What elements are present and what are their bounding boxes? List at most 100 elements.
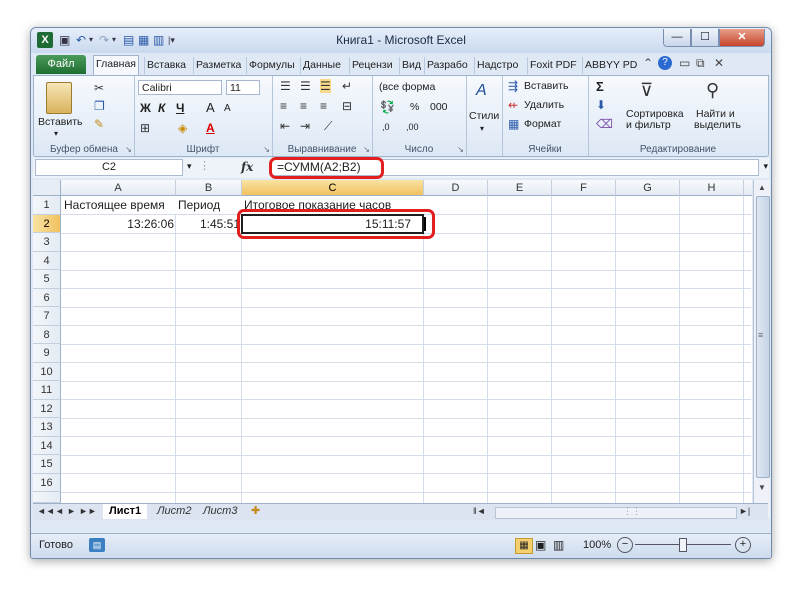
group-styles[interactable]: A Стили ▾ (466, 76, 503, 156)
zoom-in-button[interactable]: + (735, 537, 751, 553)
align-right-icon[interactable]: ≡ (320, 99, 327, 113)
align-left-icon[interactable]: ≡ (280, 99, 287, 113)
clear-icon[interactable]: ⌫ (596, 117, 613, 131)
percent-button[interactable]: % (410, 101, 419, 113)
zoom-out-button[interactable]: − (617, 537, 633, 553)
find-select-icon[interactable]: ⚲ (706, 80, 719, 101)
shrink-font-button[interactable]: A (224, 103, 231, 114)
row-header-6[interactable]: 6 (33, 288, 61, 307)
number-launcher-icon[interactable]: ↘ (457, 145, 464, 154)
paste-dropdown-icon[interactable]: ▾ (54, 129, 58, 138)
thousands-button[interactable]: 000 (430, 101, 448, 113)
tab-addins[interactable]: Надстро (474, 57, 520, 74)
next-sheet-icon[interactable]: ► (67, 504, 76, 519)
paste-button[interactable]: Вставить (38, 116, 83, 128)
column-header-h[interactable]: H (680, 180, 744, 196)
delete-cells-icon[interactable]: ⇷ (508, 98, 518, 112)
minimize-button[interactable]: — (663, 29, 691, 47)
row-header-12[interactable]: 12 (33, 399, 61, 418)
format-painter-icon[interactable]: ✎ (94, 117, 104, 131)
decrease-indent-icon[interactable]: ⇤ (280, 119, 290, 133)
wrap-text-icon[interactable]: ↵ (342, 79, 352, 93)
font-name-box[interactable]: Calibri (138, 80, 222, 95)
format-cells-button[interactable]: Формат (524, 118, 561, 130)
autosum-button[interactable]: Σ (596, 79, 604, 94)
column-header-f[interactable]: F (552, 180, 616, 196)
prev-sheet-icon[interactable]: ◄ (55, 504, 64, 519)
styles-icon[interactable]: A (476, 82, 487, 100)
row-header-8[interactable]: 8 (33, 325, 61, 344)
currency-icon[interactable]: 💱 (380, 100, 395, 114)
copy-icon[interactable]: ❐ (94, 99, 105, 113)
row-header-1[interactable]: 1 (33, 196, 61, 215)
zoom-level[interactable]: 100% (583, 539, 611, 551)
delete-cells-button[interactable]: Удалить (524, 99, 564, 111)
workbook-close-icon[interactable]: ✕ (714, 56, 724, 70)
clipboard-launcher-icon[interactable]: ↘ (125, 145, 132, 154)
row-header-7[interactable]: 7 (33, 307, 61, 326)
sort-filter-button-line2[interactable]: и фильтр (626, 119, 671, 131)
horizontal-scrollbar[interactable] (495, 507, 737, 519)
styles-button[interactable]: Стили (469, 110, 499, 122)
tab-formulas[interactable]: Формулы (246, 57, 297, 74)
font-launcher-icon[interactable]: ↘ (263, 145, 270, 154)
increase-indent-icon[interactable]: ⇥ (300, 119, 310, 133)
tab-view[interactable]: Вид (399, 57, 423, 74)
fill-color-icon[interactable]: ◈ (178, 121, 187, 135)
borders-icon[interactable]: ⊞ (140, 121, 150, 135)
row-header-2[interactable]: 2 (33, 214, 61, 233)
cell-b2[interactable]: 1:45:51 (176, 215, 242, 233)
tab-home[interactable]: Главная (93, 55, 139, 76)
decrease-decimal-button[interactable]: ,00 (406, 122, 419, 132)
row-header-9[interactable]: 9 (33, 344, 61, 363)
cell-b1[interactable]: Период (176, 196, 242, 214)
select-all-corner[interactable] (33, 180, 61, 196)
row-header-11[interactable]: 11 (33, 381, 61, 400)
scroll-down-icon[interactable]: ▼ (756, 482, 768, 494)
name-box[interactable]: C2 (35, 159, 183, 176)
row-header-14[interactable]: 14 (33, 436, 61, 455)
cell-a2[interactable]: 13:26:06 (62, 215, 176, 233)
font-size-box[interactable]: 11 (226, 80, 260, 95)
find-select-button-line2[interactable]: выделить (694, 119, 741, 131)
row-header-5[interactable]: 5 (33, 270, 61, 289)
name-box-dropdown-icon[interactable]: ▾ (187, 161, 192, 172)
tab-abbyy-pdf[interactable]: ABBYY PD (582, 57, 639, 74)
column-header-e[interactable]: E (488, 180, 552, 196)
paste-icon[interactable] (46, 82, 72, 114)
bold-button[interactable]: Ж (140, 101, 151, 115)
workbook-minimize-icon[interactable]: ▭ (679, 56, 690, 70)
ribbon-collapse-icon[interactable]: ⌃ (643, 56, 653, 70)
tab-developer[interactable]: Разрабо (424, 57, 470, 74)
fill-icon[interactable]: ⬇ (596, 98, 606, 112)
scroll-right-icon[interactable]: ►| (739, 504, 750, 519)
tab-data[interactable]: Данные (300, 57, 343, 74)
format-cells-icon[interactable]: ▦ (508, 117, 519, 131)
close-button[interactable]: ✕ (719, 29, 765, 47)
workbook-restore-icon[interactable]: ⧉ (696, 56, 705, 71)
page-break-view-icon[interactable]: ▥ (553, 538, 564, 552)
column-header-d[interactable]: D (424, 180, 488, 196)
grow-font-button[interactable]: A (206, 100, 215, 115)
insert-cells-button[interactable]: Вставить (524, 80, 569, 92)
merge-center-icon[interactable]: ⊟ (342, 99, 352, 113)
macro-record-icon[interactable]: ▤ (89, 538, 105, 552)
first-sheet-icon[interactable]: ◄◄ (37, 504, 55, 519)
tab-foxit-pdf[interactable]: Foxit PDF (527, 57, 579, 74)
vertical-scrollbar[interactable]: ▲ ≡ ▼ (753, 180, 770, 517)
column-header-c[interactable]: C (242, 180, 424, 196)
expand-formula-bar-icon[interactable]: ▾ (763, 161, 768, 172)
tab-insert[interactable]: Вставка (144, 57, 188, 74)
tab-splitter-icon[interactable]: ‖◄ (473, 504, 486, 519)
align-center-icon[interactable]: ≡ (300, 99, 307, 113)
tab-review[interactable]: Рецензи (349, 57, 395, 74)
row-header-4[interactable]: 4 (33, 251, 61, 270)
sheet-tab-3[interactable]: Лист3 (203, 504, 237, 519)
page-layout-view-icon[interactable]: ▣ (535, 538, 546, 552)
styles-dropdown-icon[interactable]: ▾ (480, 124, 484, 133)
last-sheet-icon[interactable]: ►► (79, 504, 97, 519)
maximize-button[interactable]: ☐ (691, 29, 719, 47)
row-header-13[interactable]: 13 (33, 418, 61, 437)
cut-icon[interactable]: ✂ (94, 81, 104, 95)
increase-decimal-button[interactable]: ,0 (382, 122, 390, 132)
